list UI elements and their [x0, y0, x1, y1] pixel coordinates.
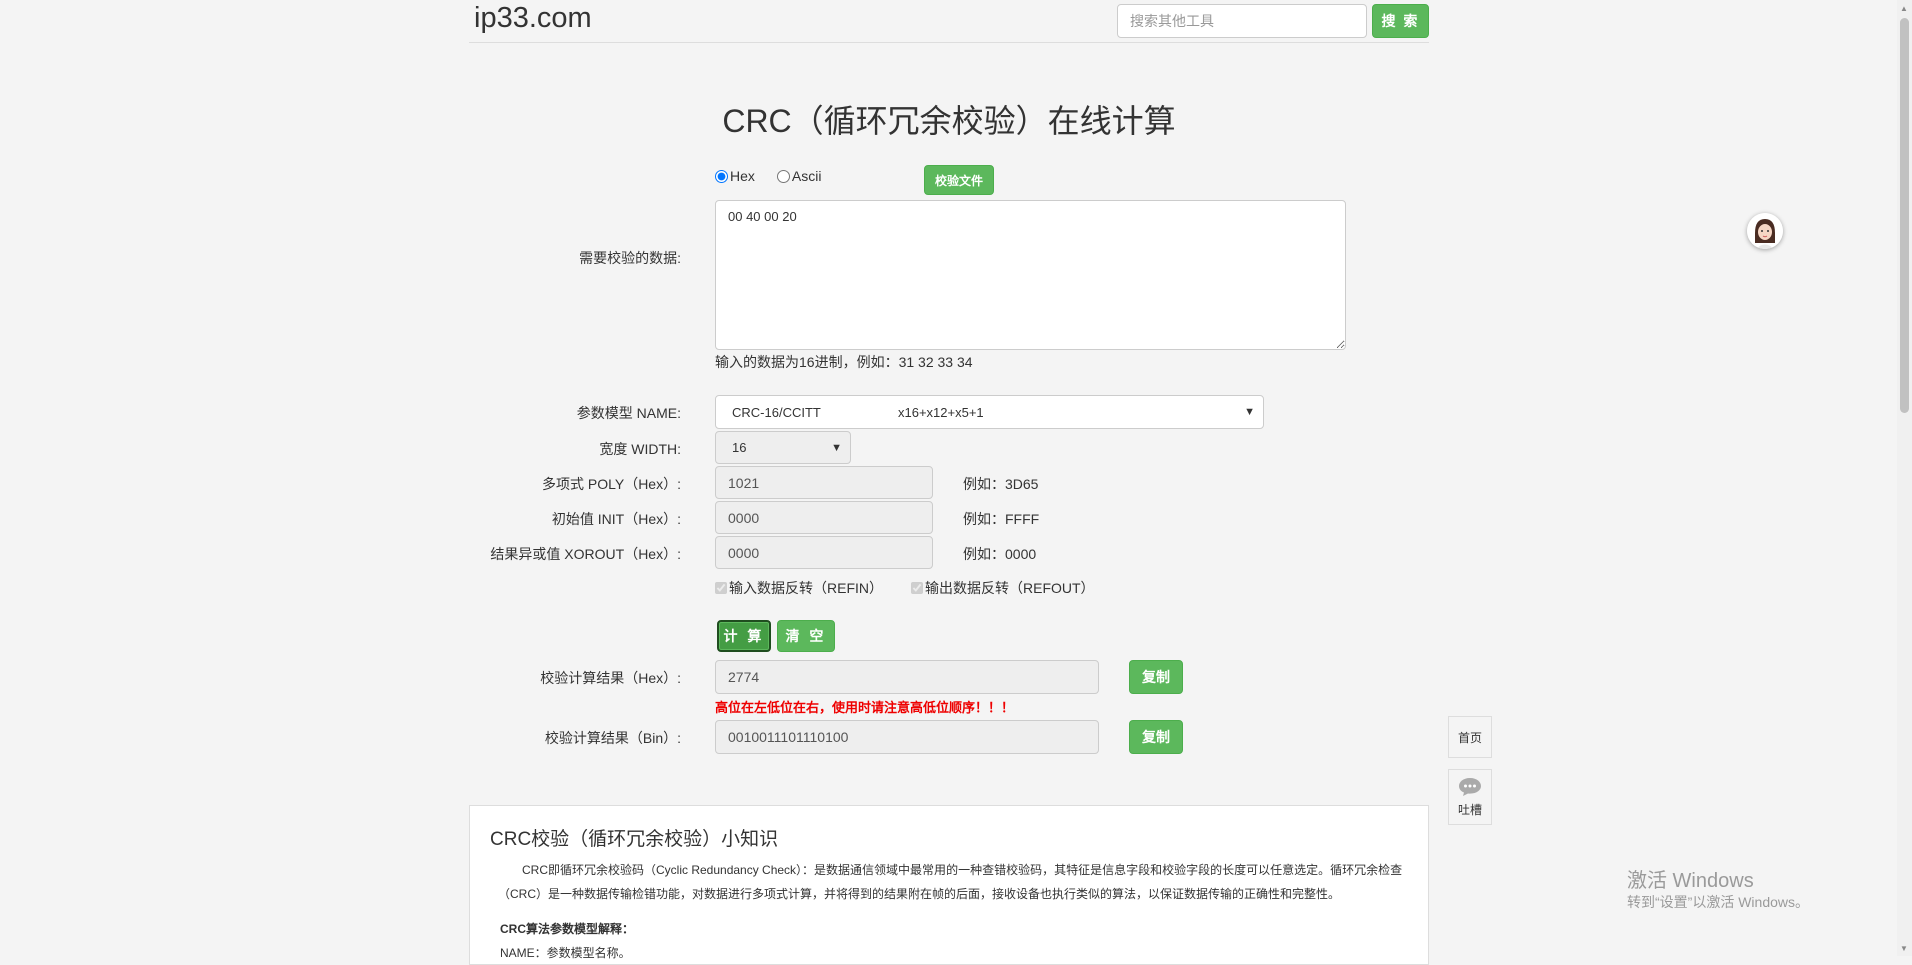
- check-file-button[interactable]: 校验文件: [924, 165, 994, 195]
- chat-bubble-icon: [1449, 776, 1491, 801]
- refin-checkbox[interactable]: [715, 582, 727, 594]
- xorout-input[interactable]: 0000: [715, 536, 933, 569]
- input-mode-radios: Hex Ascii: [715, 168, 843, 184]
- feedback-side-button[interactable]: 吐槽: [1448, 769, 1492, 825]
- home-side-label: 首页: [1457, 731, 1482, 745]
- page-title: CRC（循环冗余校验）在线计算: [722, 103, 1176, 139]
- windows-activation-hint: 转到“设置”以激活 Windows。: [1627, 894, 1810, 910]
- init-input[interactable]: 0000: [715, 501, 933, 534]
- bin-result-label: 校验计算结果（Bin）:: [544, 730, 681, 746]
- scrollbar-thumb[interactable]: [1900, 18, 1909, 413]
- ascii-radio-option[interactable]: Ascii: [776, 168, 822, 184]
- data-input-hint: 输入的数据为16进制，例如：31 32 33 34: [715, 354, 973, 370]
- refin-option[interactable]: 输入数据反转（REFIN）: [715, 578, 883, 598]
- knowledge-title: CRC校验（循环冗余校验）小知识: [490, 829, 779, 850]
- hex-radio-label: Hex: [730, 168, 755, 184]
- windows-activation-title: 激活 Windows: [1627, 870, 1754, 892]
- scroll-down-icon[interactable]: ▼: [1900, 944, 1908, 953]
- bin-result-input[interactable]: 0010011101110100: [715, 720, 1099, 754]
- width-select[interactable]: 16 ▼: [715, 431, 851, 464]
- init-value: 0000: [728, 509, 760, 526]
- bin-result-value: 0010011101110100: [728, 729, 849, 745]
- poly-label: 多项式 POLY（Hex）:: [542, 476, 681, 492]
- header: ip33.com 搜 索: [469, 0, 1429, 43]
- hex-radio[interactable]: [715, 169, 728, 183]
- feedback-side-label: 吐槽: [1457, 803, 1482, 817]
- search-input[interactable]: [1117, 4, 1367, 38]
- refout-checkbox[interactable]: [911, 582, 923, 594]
- model-poly-text: x16+x12+x5+1: [898, 404, 984, 420]
- copy-hex-button[interactable]: 复制: [1129, 660, 1183, 694]
- clear-button[interactable]: 清 空: [777, 620, 835, 652]
- xorout-label: 结果异或值 XOROUT（Hex）:: [490, 546, 681, 562]
- hex-result-input[interactable]: 2774: [715, 660, 1099, 694]
- model-name: CRC-16/CCITT: [732, 404, 821, 420]
- chevron-down-icon: ▼: [1244, 406, 1255, 418]
- refout-option[interactable]: 输出数据反转（REFOUT）: [911, 578, 1095, 598]
- model-select[interactable]: CRC-16/CCITT x16+x12+x5+1 ▼: [715, 395, 1264, 429]
- ascii-radio-label: Ascii: [791, 168, 822, 184]
- width-label: 宽度 WIDTH:: [599, 441, 681, 457]
- init-label: 初始值 INIT（Hex）:: [551, 511, 681, 527]
- bit-order-warning: 高位在左低位在右，使用时请注意高低位顺序！！！: [715, 700, 1015, 715]
- reflect-checkboxes: 输入数据反转（REFIN） 输出数据反转（REFOUT）: [715, 578, 1123, 598]
- knowledge-text: CRC即循环冗余校验码（Cyclic Redundancy Check）：是数据…: [498, 863, 1403, 901]
- refout-label: 输出数据反转（REFOUT）: [925, 580, 1095, 596]
- xorout-example: 例如：0000: [963, 546, 1037, 562]
- copy-bin-button[interactable]: 复制: [1129, 720, 1183, 754]
- chevron-down-icon: ▼: [831, 441, 842, 454]
- knowledge-subheading: CRC算法参数模型解释：: [500, 922, 634, 936]
- search-button[interactable]: 搜 索: [1372, 4, 1429, 38]
- hex-radio-option[interactable]: Hex: [715, 168, 755, 184]
- assistant-avatar-icon[interactable]: [1747, 213, 1783, 249]
- refin-label: 输入数据反转（REFIN）: [729, 580, 883, 596]
- hex-result-value: 2774: [728, 669, 760, 685]
- poly-example: 例如：3D65: [963, 476, 1039, 492]
- data-textarea[interactable]: 00 40 00 20: [715, 200, 1346, 350]
- site-logo[interactable]: ip33.com: [474, 2, 592, 35]
- home-side-button[interactable]: 首页: [1448, 716, 1492, 758]
- scroll-up-icon[interactable]: ▲: [1900, 4, 1908, 13]
- width-value: 16: [732, 440, 747, 455]
- init-example: 例如：FFFF: [963, 511, 1040, 527]
- model-label: 参数模型 NAME:: [576, 405, 681, 421]
- crc-knowledge-panel: CRC校验（循环冗余校验）小知识 CRC即循环冗余校验码（Cyclic Redu…: [469, 805, 1429, 965]
- poly-value: 1021: [728, 474, 760, 491]
- ascii-radio[interactable]: [776, 169, 790, 183]
- data-input-label: 需要校验的数据:: [579, 250, 681, 266]
- page-scrollbar[interactable]: ▲ ▼: [1897, 0, 1912, 956]
- xorout-value: 0000: [728, 544, 760, 561]
- poly-input[interactable]: 1021: [715, 466, 933, 499]
- hex-result-label: 校验计算结果（Hex）:: [540, 670, 681, 686]
- calculate-button[interactable]: 计 算: [717, 620, 771, 652]
- knowledge-name-line: NAME：参数模型名称。: [500, 946, 631, 960]
